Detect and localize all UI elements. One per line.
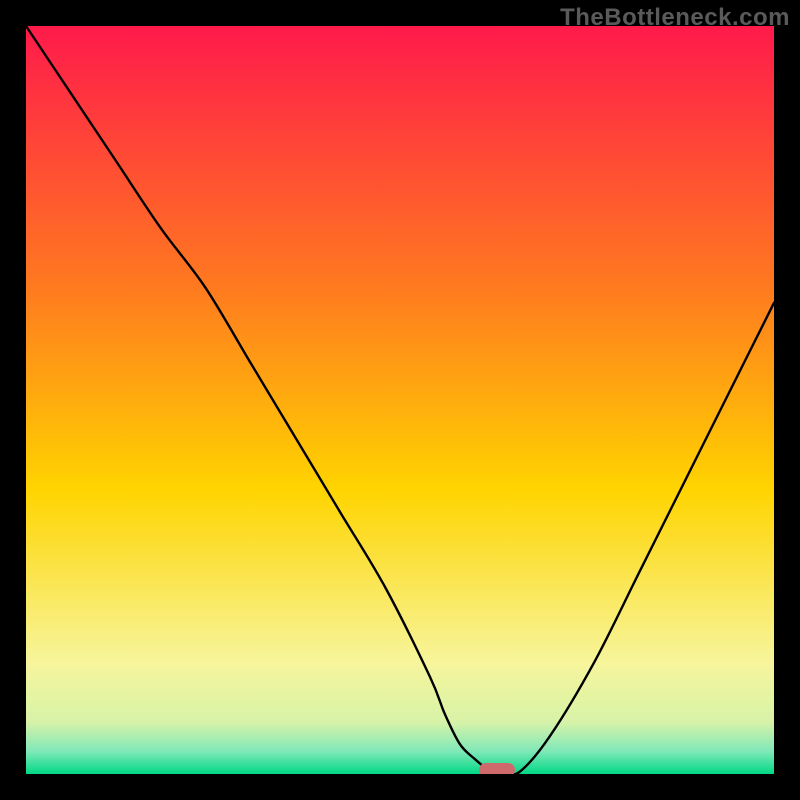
optimal-point-marker (479, 763, 515, 774)
watermark-label: TheBottleneck.com (560, 4, 790, 32)
bottleneck-curve (26, 26, 774, 774)
plot-area (26, 26, 774, 774)
chart-frame: TheBottleneck.com (0, 0, 800, 800)
curve-path (26, 26, 774, 774)
